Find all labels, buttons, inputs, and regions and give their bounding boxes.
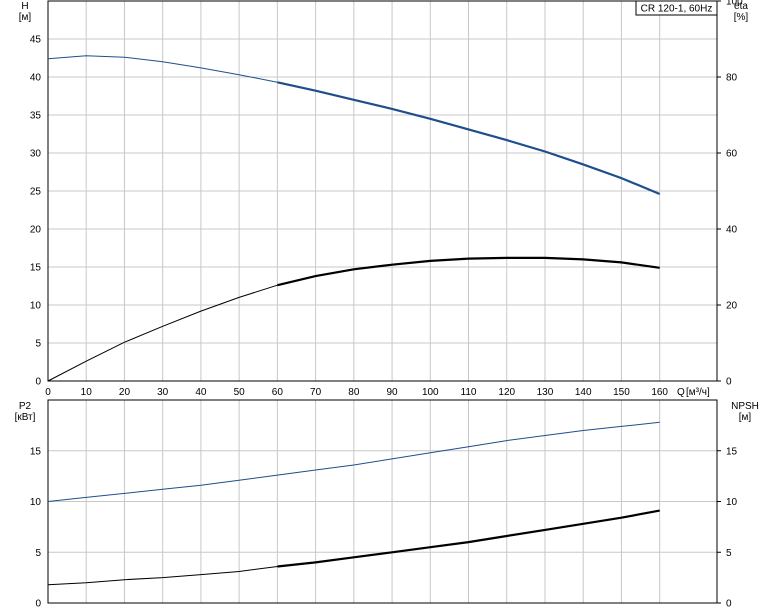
x-tick-label: 30 <box>157 387 169 398</box>
x-tick-label: 130 <box>537 387 554 398</box>
x-axis-unit-q: [м³/ч] <box>686 387 710 398</box>
x-tick-label: 70 <box>310 387 322 398</box>
x-tick-label: 80 <box>348 387 360 398</box>
x-tick-label: 120 <box>498 387 515 398</box>
y-tick-label: 20 <box>30 225 42 236</box>
y-tick-label: 10 <box>30 497 42 508</box>
y2-axis-label-eta: eta <box>734 1 748 12</box>
y2-tick-label: 0 <box>726 599 732 610</box>
x-tick-label: 100 <box>422 387 439 398</box>
y-tick-label: 15 <box>30 446 42 457</box>
y-axis-unit-p2: [кВт] <box>15 412 36 423</box>
y2-tick-label: 20 <box>726 301 738 312</box>
x-axis-label-q: Q <box>677 387 685 398</box>
y-axis-label-p2: P2 <box>19 401 32 412</box>
pump-performance-chart: 0 10 20 30 40 50 60 70 80 90 100 110 120 130 140 150 160… <box>15 0 759 610</box>
y2-tick-label: 40 <box>726 225 738 236</box>
x-tick-label: 10 <box>81 387 93 398</box>
legend-text: CR 120-1, 60Hz <box>641 4 713 15</box>
bottom-chart-ticks: 0 5 10 15 0 5 10 15 <box>30 446 738 609</box>
y2-tick-label: 15 <box>726 446 738 457</box>
y2-tick-label: 10 <box>726 497 738 508</box>
y2-tick-label: 80 <box>726 73 738 84</box>
y-tick-label: 15 <box>30 263 42 274</box>
y2-tick-label: 0 <box>726 377 732 388</box>
y-tick-label: 35 <box>30 111 42 122</box>
x-tick-label: 110 <box>461 387 477 398</box>
y2-axis-unit-eta: [%] <box>734 12 749 23</box>
y-tick-label: 40 <box>30 73 42 84</box>
y-tick-label: 25 <box>30 187 42 198</box>
y-tick-label: 30 <box>30 149 42 160</box>
x-tick-label: 90 <box>386 387 398 398</box>
top-chart-ticks: 0 10 20 30 40 50 60 70 80 90 100 110 120 130 140 150 160… <box>30 0 743 398</box>
y2-tick-label: 5 <box>726 548 732 559</box>
x-tick-label: 140 <box>575 387 592 398</box>
y-tick-label: 0 <box>35 377 41 388</box>
x-tick-label: 50 <box>234 387 246 398</box>
y-axis-unit-h: [м] <box>19 12 32 23</box>
y-tick-label: 5 <box>35 339 41 350</box>
y2-axis-unit-npsh: [м] <box>739 412 752 423</box>
x-tick-label: 160 <box>651 387 668 398</box>
x-tick-label: 40 <box>195 387 207 398</box>
bottom-chart-gridlines <box>47 400 717 604</box>
x-tick-label: 20 <box>119 387 131 398</box>
x-tick-label: 150 <box>613 387 630 398</box>
x-tick-label: 60 <box>272 387 284 398</box>
y2-tick-label: 60 <box>726 149 738 160</box>
top-chart-gridlines <box>47 1 717 382</box>
y-tick-label: 0 <box>35 599 41 610</box>
y-tick-label: 10 <box>30 301 42 312</box>
y2-axis-label-npsh: NPSH <box>731 401 759 412</box>
y-axis-label-h: H <box>21 1 28 12</box>
x-tick-label: 0 <box>45 387 51 398</box>
y-tick-label: 5 <box>35 548 41 559</box>
y-tick-label: 45 <box>30 35 42 46</box>
